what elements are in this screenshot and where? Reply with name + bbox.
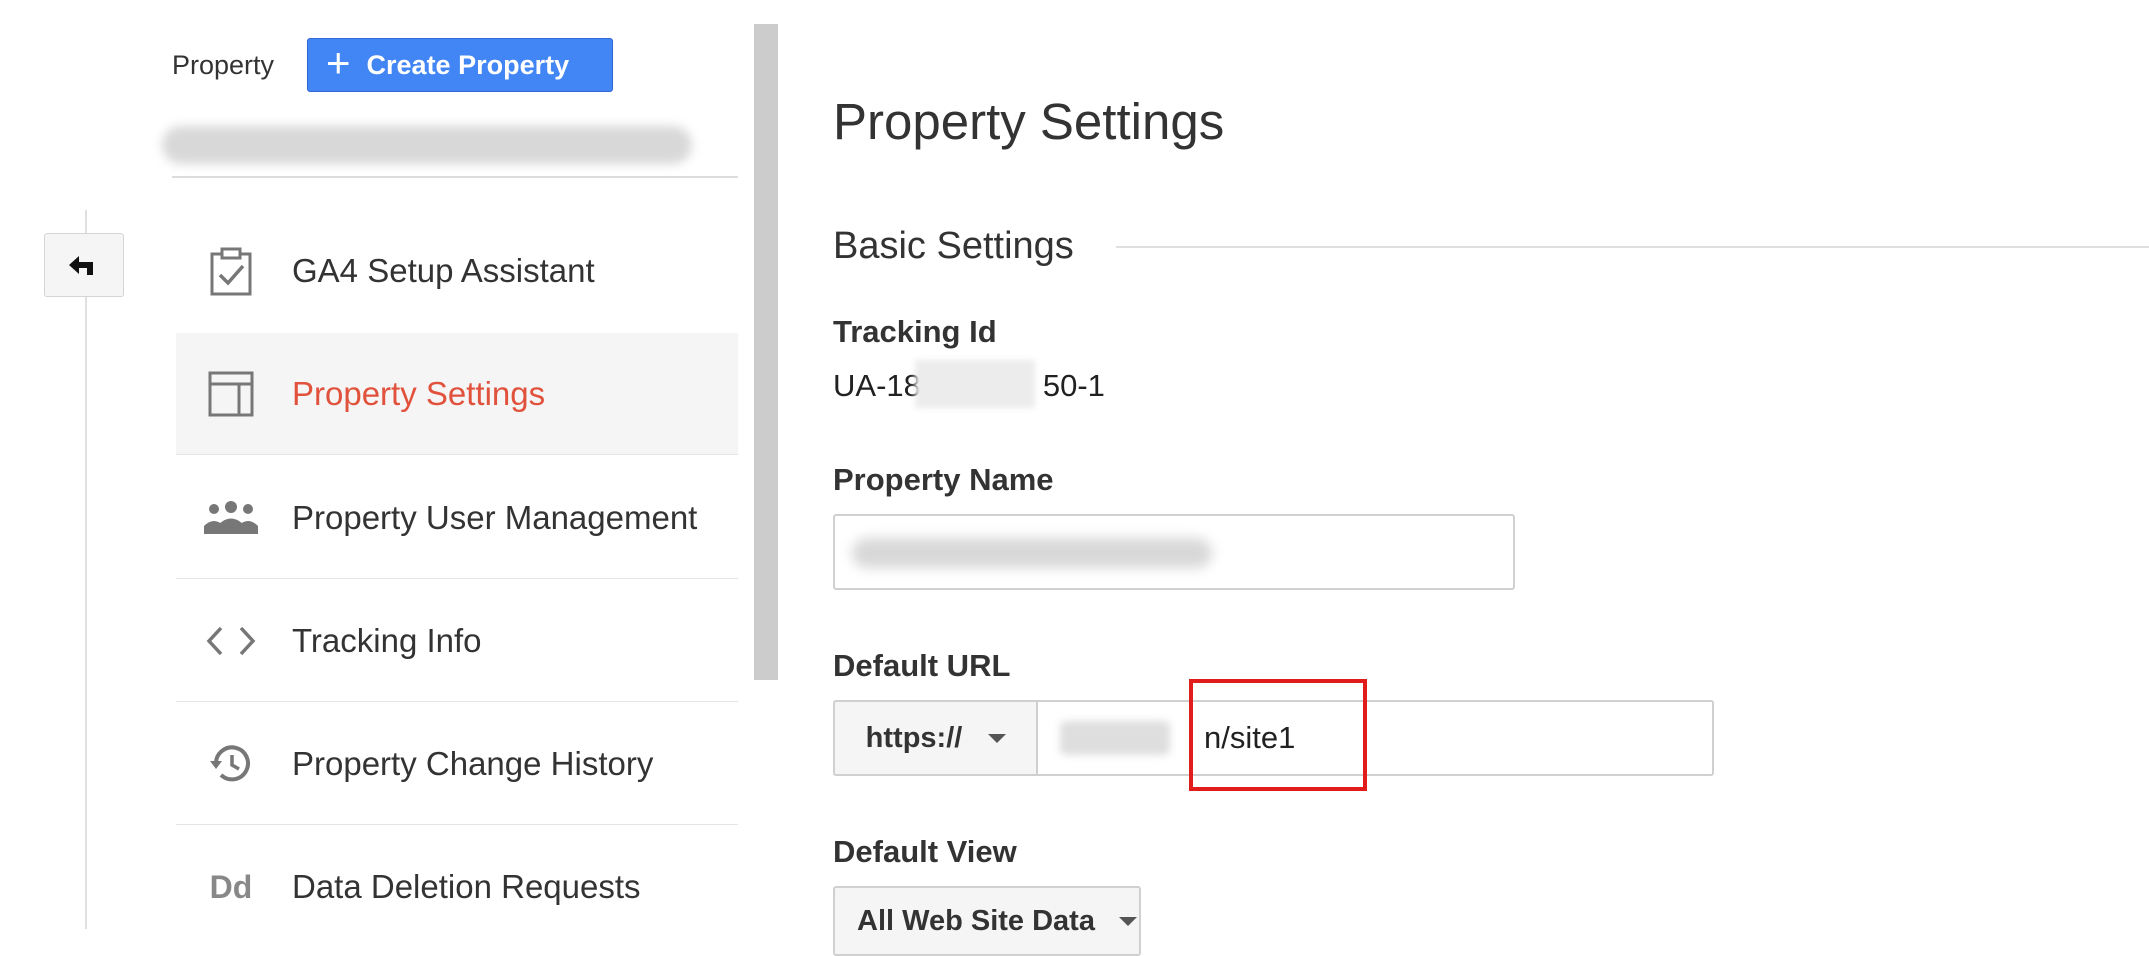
clipboard-check-icon bbox=[176, 246, 286, 296]
page-title: Property Settings bbox=[833, 93, 1225, 150]
default-view-value: All Web Site Data bbox=[857, 904, 1095, 937]
people-icon bbox=[176, 500, 286, 536]
sidebar-item-label: Property Change History bbox=[292, 744, 654, 782]
chevron-down-icon bbox=[988, 733, 1007, 743]
property-name-redaction bbox=[852, 538, 1212, 568]
sidebar-item-label: Data Deletion Requests bbox=[292, 868, 641, 905]
protocol-value: https:// bbox=[865, 721, 963, 754]
protocol-dropdown[interactable]: https:// bbox=[833, 700, 1037, 776]
tracking-id-redaction bbox=[915, 360, 1035, 408]
property-label: Property bbox=[172, 50, 275, 80]
sidebar-item-property-change-history[interactable]: Property Change History bbox=[176, 703, 738, 825]
highlight-annotation-box bbox=[1189, 679, 1367, 791]
section-title: Basic Settings bbox=[833, 225, 1074, 267]
sidebar-item-label: Tracking Info bbox=[292, 621, 482, 659]
sidebar-item-label: GA4 Setup Assistant bbox=[292, 252, 595, 289]
layout-panel-icon bbox=[176, 370, 286, 418]
property-name-label: Property Name bbox=[833, 462, 1054, 497]
sidebar-item-property-settings[interactable]: Property Settings bbox=[176, 333, 738, 455]
code-brackets-icon bbox=[176, 624, 286, 658]
url-redaction bbox=[1060, 721, 1170, 755]
sidebar-item-label: Property Settings bbox=[292, 374, 546, 412]
plus-icon: + bbox=[326, 39, 351, 86]
sidebar-item-data-deletion-requests[interactable]: Dd Data Deletion Requests bbox=[176, 826, 738, 948]
sidebar-item-property-user-management[interactable]: Property User Management bbox=[176, 457, 738, 579]
history-icon bbox=[176, 741, 286, 787]
tracking-id-label: Tracking Id bbox=[833, 314, 997, 349]
create-property-button[interactable]: + Create Property bbox=[307, 38, 613, 92]
default-view-dropdown[interactable]: All Web Site Data bbox=[833, 886, 1141, 956]
dd-letters-icon: Dd bbox=[209, 868, 253, 905]
sidebar-item-label: Property User Management bbox=[292, 498, 698, 536]
sidebar-scrollbar-thumb[interactable] bbox=[754, 24, 778, 680]
back-arrow-icon bbox=[69, 256, 93, 275]
create-property-label: Create Property bbox=[366, 49, 570, 80]
sidebar-divider bbox=[172, 176, 738, 178]
chevron-down-icon bbox=[1118, 916, 1137, 926]
back-button[interactable] bbox=[44, 233, 124, 297]
default-view-label: Default View bbox=[833, 834, 1017, 869]
property-selector-redacted[interactable] bbox=[162, 126, 692, 164]
default-url-input[interactable]: n/site1 bbox=[1036, 700, 1714, 776]
sidebar-item-tracking-info[interactable]: Tracking Info bbox=[176, 580, 738, 702]
sidebar-item-ga4-setup-assistant[interactable]: GA4 Setup Assistant bbox=[176, 210, 738, 332]
nav-rail-line bbox=[85, 210, 87, 929]
section-divider bbox=[1116, 246, 2149, 248]
default-url-label: Default URL bbox=[833, 648, 1011, 683]
